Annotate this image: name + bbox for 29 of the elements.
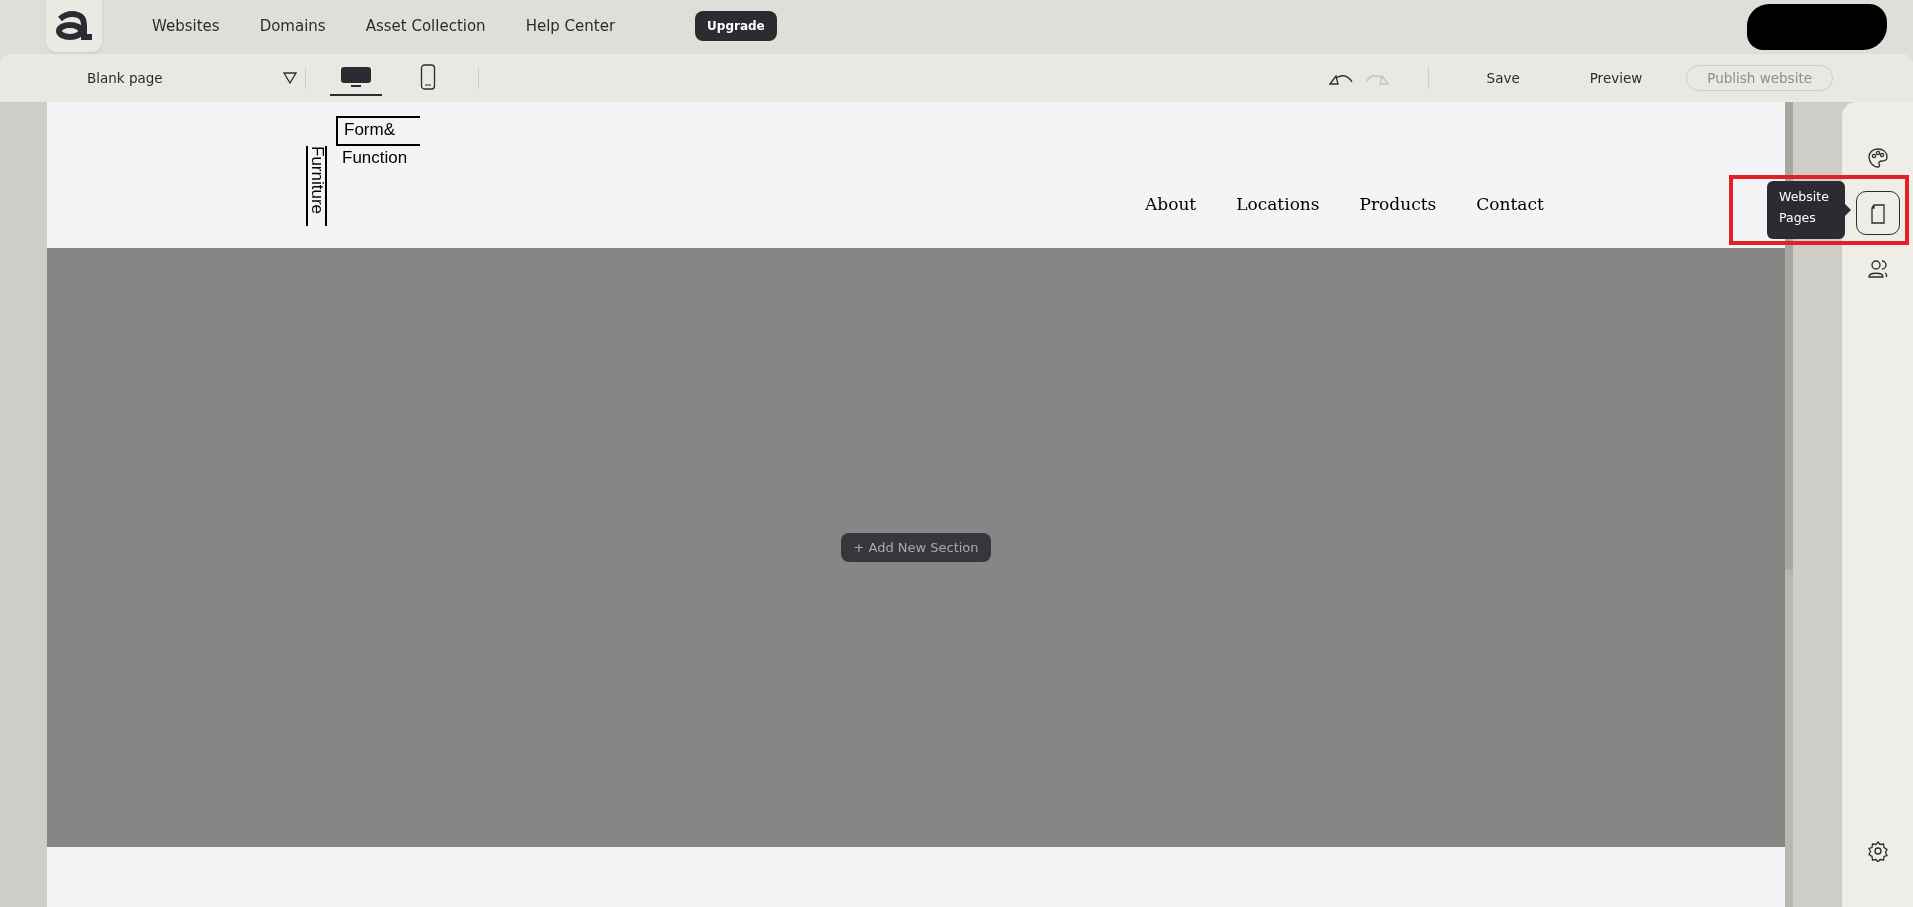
- site-menu-link[interactable]: Contact: [1476, 194, 1544, 214]
- add-section-button[interactable]: + Add New Section: [841, 533, 991, 562]
- tooltip-pointer: [1845, 204, 1851, 216]
- site-menu-link[interactable]: Locations: [1236, 194, 1320, 214]
- site-logo[interactable]: Form& Furniture Function: [306, 116, 420, 226]
- logo-text: Function: [341, 147, 409, 169]
- preview-button[interactable]: Preview: [1585, 66, 1647, 90]
- site-menu-link[interactable]: Products: [1359, 194, 1437, 214]
- nav-link[interactable]: Websites: [152, 17, 220, 35]
- save-button[interactable]: Save: [1482, 66, 1524, 90]
- nav-link[interactable]: Help Center: [525, 17, 616, 35]
- people-icon: [1866, 257, 1889, 279]
- logo-text: Furniture: [306, 146, 327, 217]
- site-menu-link[interactable]: About: [1145, 194, 1197, 214]
- app-logo[interactable]: [46, 0, 102, 52]
- nav-link[interactable]: Domains: [259, 17, 326, 35]
- page-dropdown[interactable]: Blank page: [87, 70, 305, 86]
- letter-a-logo-icon: [54, 11, 94, 41]
- phone-icon: [420, 64, 436, 90]
- settings-icon: [1866, 840, 1889, 862]
- tooltip: Website Pages: [1767, 181, 1845, 239]
- palette-icon: [1866, 147, 1889, 169]
- pages-button[interactable]: [1855, 191, 1900, 235]
- page-name: Blank page: [87, 70, 163, 86]
- nav-link[interactable]: Asset Collection: [365, 17, 486, 35]
- caret-icon: [283, 72, 297, 84]
- logo-text: Form&: [336, 116, 420, 146]
- desktop-icon: [340, 66, 372, 88]
- upgrade-button[interactable]: Upgrade: [695, 11, 777, 41]
